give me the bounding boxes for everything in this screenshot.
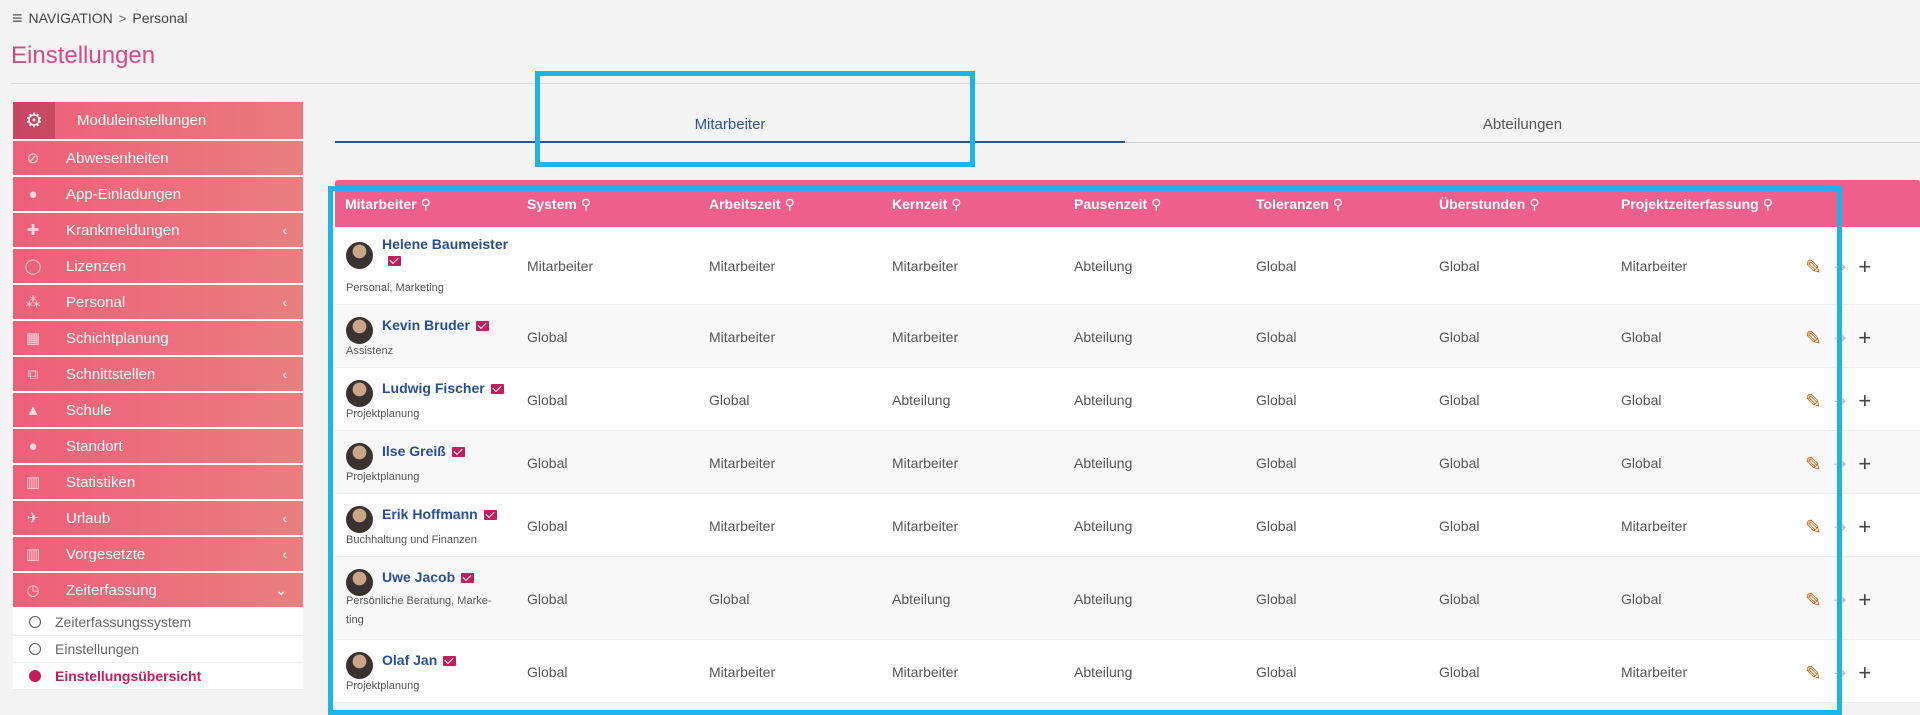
- breadcrumb-current: Personal: [132, 10, 188, 26]
- plus-icon[interactable]: +: [1858, 514, 1871, 540]
- sidebar-item-krankmeldungen[interactable]: ✚ Krankmeldungen ‹: [13, 213, 303, 249]
- sidebar-item-zeiterfassung[interactable]: ◷ Zeiterfassung ⌄: [13, 573, 303, 609]
- radio-icon: [29, 670, 41, 682]
- sidebar-item-label: Statistiken: [66, 473, 136, 491]
- chevron-left-icon: ‹: [282, 510, 287, 526]
- radio-icon: [29, 616, 41, 628]
- page-title: Einstellungen: [11, 42, 156, 69]
- sidebar-item-label: Abwesenheiten: [66, 149, 169, 167]
- plus-icon[interactable]: +: [1858, 660, 1871, 686]
- sidebar-subitem[interactable]: Zeiterfassungssystem: [13, 609, 303, 636]
- chart-icon: ▥: [25, 546, 41, 563]
- sidebar-item-label: Urlaub: [66, 509, 111, 527]
- sidebar-subitem-label: Zeiterfassungssystem: [55, 614, 192, 630]
- sidebar-item-schule[interactable]: ▲ Schule: [13, 393, 303, 429]
- sidebar-item-schnittstellen[interactable]: ⧉ Schnittstellen ‹: [13, 357, 303, 393]
- sitemap-icon: ⧉: [27, 365, 39, 383]
- sidebar-item-label: Krankmeldungen: [66, 221, 180, 239]
- chevron-left-icon: ‹: [282, 546, 287, 562]
- sidebar-subitem-label: Einstellungsübersicht: [55, 668, 202, 684]
- plus-icon[interactable]: +: [1858, 451, 1871, 477]
- tab-abteilungen[interactable]: Abteilungen: [1125, 116, 1920, 143]
- sidebar-item-label: App-Einladungen: [66, 185, 182, 203]
- calendar-icon: ▦: [25, 330, 41, 347]
- map-marker-icon: ●: [28, 437, 38, 455]
- graduation-cap-icon: ▲: [25, 401, 41, 419]
- ban-icon: ⊘: [26, 150, 40, 167]
- sidebar-item-standort[interactable]: ● Standort: [13, 429, 303, 465]
- sidebar-item-label: Standort: [66, 437, 123, 455]
- sidebar-item-lizenzen[interactable]: ◯ Lizenzen: [13, 249, 303, 285]
- sidebar-item-label: Vorgesetzte: [66, 545, 146, 563]
- sidebar-subitem[interactable]: Einstellungen: [13, 636, 303, 663]
- sidebar-item-label: Lizenzen: [66, 257, 127, 275]
- highlight-box-table: [328, 186, 1842, 715]
- circle-icon: ◯: [24, 258, 42, 275]
- sidebar-item-app-einladungen[interactable]: ● App-Einladungen: [13, 177, 303, 213]
- clock-icon: ◷: [26, 582, 40, 599]
- breadcrumb: ≡ NAVIGATION > Personal: [12, 9, 188, 27]
- sidebar-item-personal[interactable]: ⁂ Personal ‹: [13, 285, 303, 321]
- gear-icon: ⚙: [13, 102, 55, 139]
- sidebar-item-label: Personal: [66, 293, 126, 311]
- hamburger-menu-icon[interactable]: ≡: [12, 9, 23, 27]
- plus-icon[interactable]: +: [1858, 587, 1871, 613]
- sidebar-item-label: Schichtplanung: [66, 329, 169, 347]
- sidebar-item-abwesenheiten[interactable]: ⊘ Abwesenheiten: [13, 141, 303, 177]
- sidebar-subitem-label: Einstellungen: [55, 641, 140, 657]
- sidebar-item-urlaub[interactable]: ✈ Urlaub ‹: [13, 501, 303, 537]
- sidebar-header-label: Moduleinstellungen: [77, 112, 207, 129]
- sidebar-item-vorgesetzte[interactable]: ▥ Vorgesetzte ‹: [13, 537, 303, 573]
- user-icon: ●: [28, 185, 38, 203]
- sidebar-item-statistiken[interactable]: ▥ Statistiken: [13, 465, 303, 501]
- sidebar-item-schichtplanung[interactable]: ▦ Schichtplanung: [13, 321, 303, 357]
- sidebar: ⚙ Moduleinstellungen ⊘ Abwesenheiten ● Ap…: [13, 102, 303, 690]
- breadcrumb-root[interactable]: NAVIGATION: [29, 10, 113, 26]
- sidebar-header[interactable]: ⚙ Moduleinstellungen: [13, 102, 303, 139]
- users-icon: ⁂: [25, 294, 41, 311]
- sidebar-item-label: Schule: [66, 401, 112, 419]
- chart-icon: ▥: [25, 474, 41, 491]
- chevron-down-icon: ⌄: [275, 582, 287, 598]
- highlight-box-tab: [535, 71, 975, 167]
- chevron-left-icon: ‹: [282, 222, 287, 238]
- plus-icon[interactable]: +: [1858, 325, 1871, 351]
- breadcrumb-separator: >: [118, 10, 127, 26]
- sidebar-item-label: Zeiterfassung: [66, 581, 157, 599]
- plus-icon[interactable]: +: [1858, 254, 1871, 280]
- sidebar-subitem[interactable]: Einstellungsübersicht: [13, 663, 303, 690]
- medkit-icon: ✚: [26, 222, 40, 239]
- chevron-left-icon: ‹: [282, 366, 287, 382]
- chevron-left-icon: ‹: [282, 294, 287, 310]
- plus-icon[interactable]: +: [1858, 388, 1871, 414]
- plane-icon: ✈: [26, 510, 40, 527]
- sidebar-item-label: Schnittstellen: [66, 365, 156, 383]
- radio-icon: [29, 643, 41, 655]
